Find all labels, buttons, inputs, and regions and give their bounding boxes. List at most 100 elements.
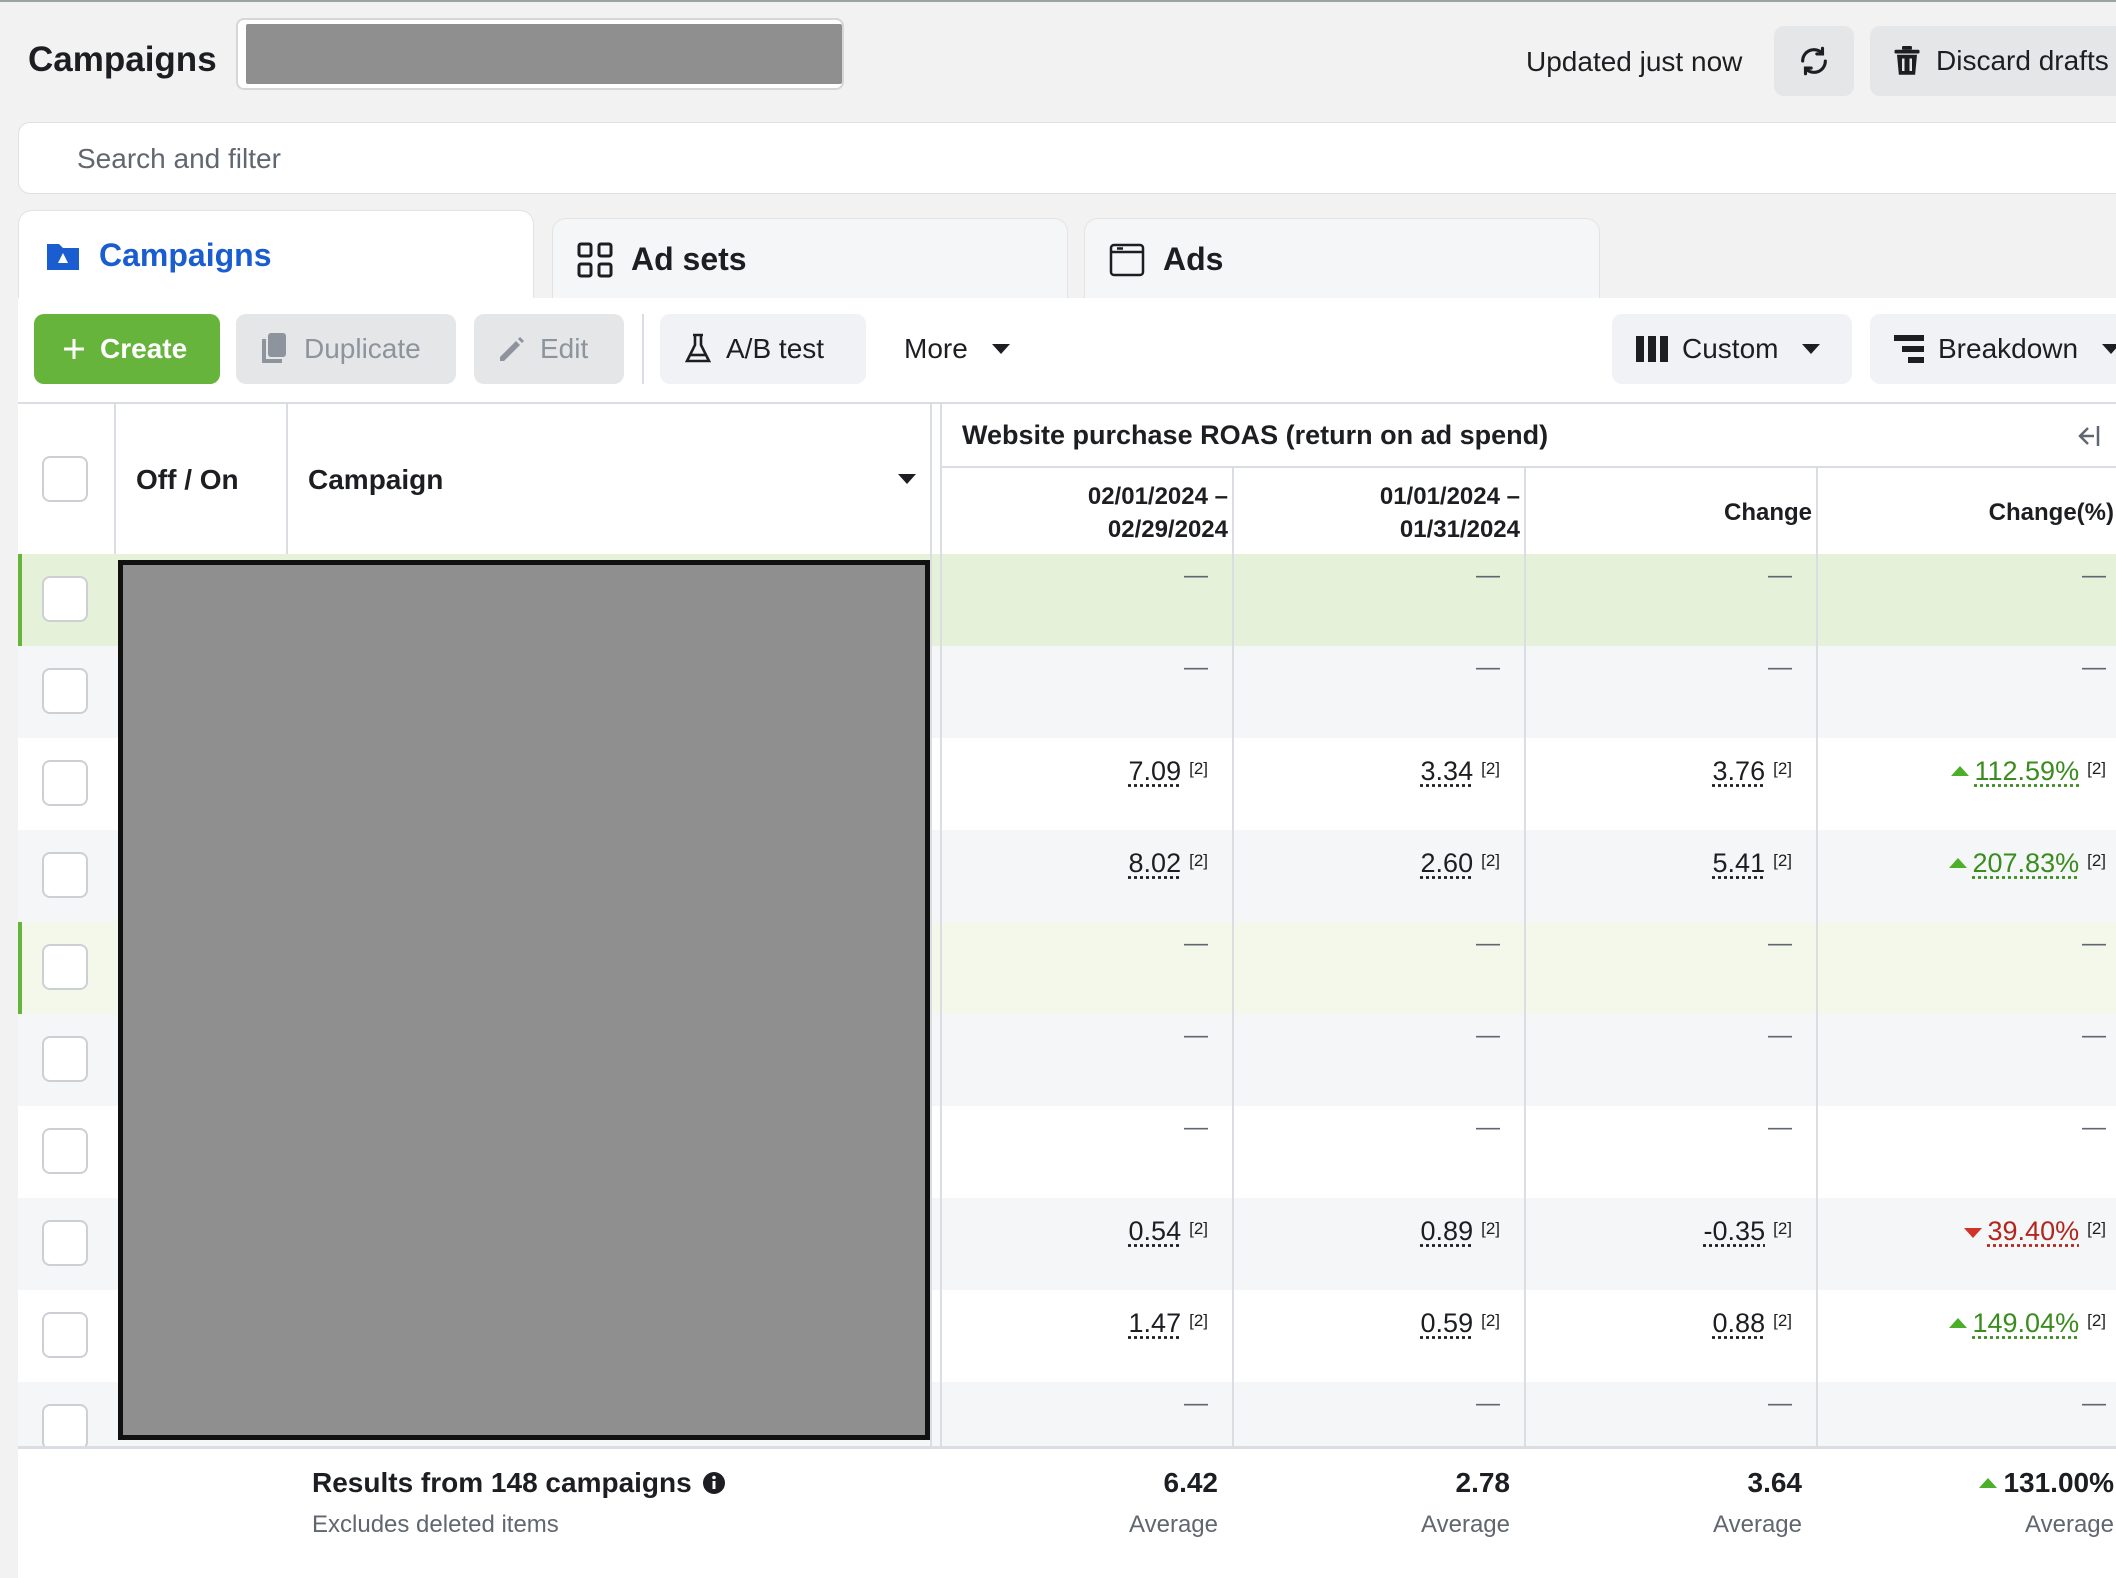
- create-button[interactable]: Create: [34, 314, 220, 384]
- footnote-marker: [2]: [1481, 759, 1500, 778]
- column-divider: [1232, 466, 1234, 1578]
- refresh-button[interactable]: [1774, 26, 1854, 96]
- page-title: Campaigns: [28, 40, 217, 79]
- metric-cell-p2: 2.60 [2]: [1232, 848, 1500, 879]
- footnote-marker: [2]: [1773, 759, 1792, 778]
- metric-value[interactable]: 5.41: [1713, 848, 1766, 878]
- results-summary-row: Results from 148 campaigns Excludes dele…: [18, 1446, 2116, 1578]
- empty-cell-dash: —: [1476, 1022, 1500, 1049]
- metric-value[interactable]: 0.59: [1421, 1308, 1474, 1338]
- metric-value[interactable]: 7.09: [1129, 756, 1182, 786]
- col-header-campaign[interactable]: Campaign: [308, 464, 443, 496]
- info-icon[interactable]: [702, 1471, 726, 1495]
- footnote-marker: [2]: [1773, 851, 1792, 870]
- columns-custom-dropdown[interactable]: Custom: [1612, 314, 1852, 384]
- metric-cell-p1: 8.02 [2]: [940, 848, 1208, 879]
- metric-value[interactable]: 0.89: [1421, 1216, 1474, 1246]
- row-checkbox[interactable]: [42, 1220, 88, 1266]
- summary-change-pct-value: 131.00%: [2003, 1467, 2114, 1498]
- empty-cell-dash: —: [1184, 654, 1208, 681]
- summary-feb-label: Average: [1129, 1511, 1218, 1538]
- account-selector[interactable]: [236, 18, 844, 90]
- metric-value[interactable]: 8.02: [1129, 848, 1182, 878]
- breakdown-dropdown[interactable]: Breakdown: [1870, 314, 2116, 384]
- column-divider: [286, 402, 288, 554]
- metric-value[interactable]: 0.54: [1129, 1216, 1182, 1246]
- pencil-icon: [500, 337, 524, 361]
- empty-cell-dash: —: [1184, 562, 1208, 589]
- summary-change-pct: 131.00%: [1894, 1467, 2114, 1499]
- footnote-marker: [2]: [2087, 1219, 2106, 1238]
- metric-value[interactable]: 3.76: [1713, 756, 1766, 786]
- metric-cell-p1: 0.54 [2]: [940, 1216, 1208, 1247]
- campaigns-table: Off / On Campaign Website purchase ROAS …: [18, 402, 2116, 1578]
- footnote-marker: [2]: [2087, 851, 2106, 870]
- arrow-up-icon: [1979, 1478, 1998, 1488]
- tab-ads-label: Ads: [1163, 241, 1224, 277]
- arrow-down-icon: [1963, 1228, 1982, 1238]
- search-input[interactable]: [77, 139, 1877, 179]
- row-checkbox[interactable]: [42, 1128, 88, 1174]
- trash-icon: [1894, 46, 1920, 75]
- col-header-change-pct[interactable]: Change(%): [1904, 496, 2114, 529]
- arrow-up-icon: [1950, 766, 1969, 776]
- col-header-change[interactable]: Change: [1612, 496, 1812, 529]
- row-checkbox[interactable]: [42, 1312, 88, 1358]
- row-checkbox[interactable]: [42, 852, 88, 898]
- flask-icon: [684, 333, 712, 363]
- more-label: More: [904, 333, 968, 364]
- row-checkbox[interactable]: [42, 1036, 88, 1082]
- refresh-icon: [1801, 46, 1827, 76]
- metric-value[interactable]: 207.83%: [1973, 848, 2080, 878]
- ab-test-button[interactable]: A/B test: [660, 314, 866, 384]
- metric-cell-p2: 0.59 [2]: [1232, 1308, 1500, 1339]
- sort-caret-icon[interactable]: [898, 474, 916, 484]
- col-header-off-on[interactable]: Off / On: [136, 464, 239, 496]
- footnote-marker: [2]: [1481, 851, 1500, 870]
- search-filter-bar[interactable]: [18, 122, 2116, 194]
- metric-cell-change: 3.76 [2]: [1524, 756, 1792, 787]
- select-all-checkbox[interactable]: [42, 456, 88, 502]
- edit-button[interactable]: Edit: [474, 314, 624, 384]
- collapse-column-icon[interactable]: [2074, 424, 2100, 448]
- chevron-down-icon: [991, 344, 1010, 354]
- metric-value[interactable]: 1.47: [1129, 1308, 1182, 1338]
- row-checkbox[interactable]: [42, 760, 88, 806]
- metric-value[interactable]: 3.34: [1421, 756, 1474, 786]
- more-dropdown[interactable]: More: [890, 314, 1040, 384]
- grid-icon: [577, 242, 613, 277]
- duplicate-button[interactable]: Duplicate: [236, 314, 456, 384]
- empty-cell-dash: —: [1768, 1114, 1792, 1141]
- duplicate-icon: [262, 333, 286, 363]
- row-checkbox[interactable]: [42, 668, 88, 714]
- results-count-label: Results from 148 campaigns: [312, 1467, 692, 1498]
- empty-cell-dash: —: [2082, 930, 2106, 957]
- metric-value[interactable]: -0.35: [1704, 1216, 1766, 1246]
- metric-value[interactable]: 149.04%: [1973, 1308, 2080, 1338]
- metric-value[interactable]: 112.59%: [1975, 756, 2080, 786]
- footnote-marker: [2]: [1189, 851, 1208, 870]
- tab-ad-sets-label: Ad sets: [631, 241, 747, 277]
- col-header-jan[interactable]: 01/01/2024 – 01/31/2024: [1320, 480, 1520, 546]
- tab-ad-sets[interactable]: Ad sets: [552, 218, 1068, 300]
- arrow-up-icon: [1948, 1318, 1967, 1328]
- row-checkbox[interactable]: [42, 1404, 88, 1450]
- empty-cell-dash: —: [1768, 1390, 1792, 1417]
- discard-drafts-button[interactable]: Discard drafts: [1870, 26, 2116, 96]
- empty-cell-dash: —: [2082, 1390, 2106, 1417]
- custom-label: Custom: [1682, 333, 1779, 364]
- metric-cell-p1: 7.09 [2]: [940, 756, 1208, 787]
- tab-campaigns[interactable]: Campaigns: [18, 210, 534, 300]
- metric-value[interactable]: 39.40%: [1988, 1216, 2080, 1246]
- col-header-feb[interactable]: 02/01/2024 – 02/29/2024: [1028, 480, 1228, 546]
- chevron-down-icon: [1802, 344, 1821, 354]
- summary-jan-label: Average: [1421, 1511, 1510, 1538]
- column-divider: [930, 402, 932, 1578]
- tab-ads[interactable]: Ads: [1084, 218, 1600, 300]
- metric-value[interactable]: 2.60: [1421, 848, 1474, 878]
- row-checkbox[interactable]: [42, 576, 88, 622]
- row-checkbox[interactable]: [42, 944, 88, 990]
- tab-campaigns-label: Campaigns: [99, 237, 272, 273]
- metric-value[interactable]: 0.88: [1713, 1308, 1766, 1338]
- updated-status: Updated just now: [1526, 46, 1743, 77]
